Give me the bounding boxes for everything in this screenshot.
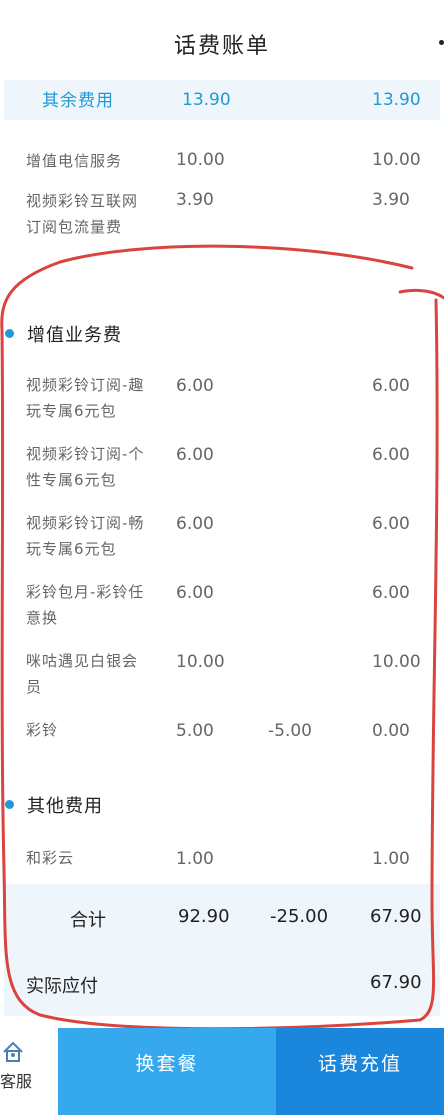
table-row: 和彩云 1.00 1.00 (0, 845, 444, 875)
item-name: 和彩云 (26, 849, 75, 867)
payable-label: 实际应付 (26, 976, 98, 997)
item-total: 10.00 (372, 652, 421, 672)
item-name: 咪咕遇见白银会员 (26, 652, 139, 696)
section-header-other: 其他费用 (0, 789, 444, 819)
recharge-button[interactable]: 话费充值 (276, 1028, 444, 1115)
item-amount: 6.00 (176, 376, 214, 396)
item-total: 1.00 (372, 849, 410, 869)
page-title: 话费账单 (173, 34, 270, 59)
change-plan-button[interactable]: 换套餐 (58, 1028, 276, 1115)
item-total: 10.00 (372, 150, 421, 170)
table-row: 彩铃包月-彩铃任意换 6.00 6.00 (0, 579, 444, 635)
item-total: 0.00 (372, 721, 410, 741)
item-name: 视频彩铃订阅-畅玩专属6元包 (26, 514, 145, 558)
bottom-action-bar: 客服 换套餐 话费充值 (0, 1028, 444, 1115)
customer-service-label: 客服 (0, 1072, 33, 1091)
item-total: 6.00 (372, 514, 410, 534)
item-amount: 10.00 (176, 150, 225, 170)
item-amount: 5.00 (176, 721, 214, 741)
table-row: 视频彩铃订阅-畅玩专属6元包 6.00 6.00 (0, 510, 444, 566)
payable-amount: 67.90 (370, 972, 422, 993)
section-header-vas: 增值业务费 (0, 318, 444, 348)
list-item: 增值电信服务 10.00 10.00 (0, 148, 444, 178)
item-total: 3.90 (372, 190, 410, 210)
total-label: 合计 (70, 910, 106, 931)
bullet-dot-icon (5, 329, 14, 338)
summary-row: 其余费用 13.90 13.90 (4, 80, 440, 120)
item-amount: 10.00 (176, 652, 225, 672)
item-total: 6.00 (372, 583, 410, 603)
item-name: 视频彩铃订阅-个性专属6元包 (26, 445, 145, 489)
item-name: 视频彩铃互联网订阅包流量费 (26, 192, 139, 236)
table-row: 咪咕遇见白银会员 10.00 10.00 (0, 648, 444, 704)
total-discount: -25.00 (270, 906, 329, 927)
section-title: 增值业务费 (27, 325, 122, 346)
item-name: 视频彩铃订阅-趣玩专属6元包 (26, 376, 145, 420)
list-item: 视频彩铃互联网订阅包流量费 3.90 3.90 (0, 188, 444, 268)
totals-panel: 合计 92.90 -25.00 67.90 实际应付 67.90 (4, 884, 440, 1016)
item-amount: 3.90 (176, 190, 214, 210)
total-sum: 67.90 (370, 906, 422, 927)
summary-label: 其余费用 (42, 91, 114, 111)
item-total: 6.00 (372, 445, 410, 465)
item-discount: -5.00 (268, 721, 312, 741)
header: 话费账单 (0, 0, 444, 80)
more-dot-icon[interactable] (439, 40, 444, 45)
customer-service-icon (3, 1041, 23, 1062)
item-name: 彩铃 (26, 721, 59, 739)
item-amount: 6.00 (176, 583, 214, 603)
item-total: 6.00 (372, 376, 410, 396)
table-row: 视频彩铃订阅-个性专属6元包 6.00 6.00 (0, 441, 444, 497)
customer-service-button[interactable]: 客服 (0, 1028, 58, 1115)
summary-total: 13.90 (372, 90, 421, 110)
summary-amount: 13.90 (182, 90, 231, 110)
item-amount: 6.00 (176, 445, 214, 465)
section-title: 其他费用 (27, 796, 103, 817)
bullet-dot-icon (5, 800, 14, 809)
item-amount: 6.00 (176, 514, 214, 534)
table-row: 彩铃 5.00 -5.00 0.00 (0, 717, 444, 747)
item-amount: 1.00 (176, 849, 214, 869)
item-name: 彩铃包月-彩铃任意换 (26, 583, 145, 627)
table-row: 视频彩铃订阅-趣玩专属6元包 6.00 6.00 (0, 372, 444, 428)
item-name: 增值电信服务 (26, 152, 123, 170)
total-amount: 92.90 (178, 906, 230, 927)
